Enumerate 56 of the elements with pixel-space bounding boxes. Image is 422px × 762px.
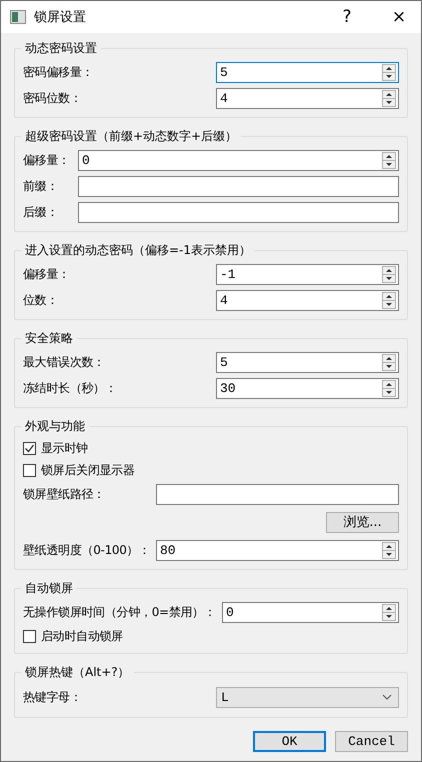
field-label: 锁屏壁纸路径： bbox=[23, 486, 106, 502]
field-label: 位数： bbox=[23, 292, 60, 308]
input-field[interactable] bbox=[78, 202, 399, 222]
spin-arrows-icon[interactable] bbox=[382, 90, 396, 106]
close-button[interactable]: × bbox=[377, 1, 421, 33]
spin-arrows-icon[interactable] bbox=[382, 542, 396, 558]
group-title: 自动锁屏 bbox=[24, 580, 74, 597]
window-title: 锁屏设置 bbox=[34, 9, 87, 26]
spin-arrows-icon[interactable] bbox=[382, 380, 396, 396]
group-title: 外观与功能 bbox=[24, 418, 86, 435]
checkbox-label[interactable]: 启动时自动锁屏 bbox=[41, 628, 123, 644]
field-label: 壁纸透明度（0-100）： bbox=[23, 542, 151, 558]
field-label: 无操作锁屏时间（分钟，0=禁用）： bbox=[23, 604, 217, 620]
spin-field[interactable]: 5 bbox=[216, 62, 399, 82]
app-icon bbox=[10, 10, 26, 24]
spin-field[interactable]: 80 bbox=[156, 540, 399, 560]
spin-arrows-icon[interactable] bbox=[382, 64, 396, 80]
spin-field[interactable]: -1 bbox=[216, 264, 399, 284]
spin-field[interactable]: 4 bbox=[216, 290, 399, 310]
spin-field[interactable]: 30 bbox=[216, 378, 399, 398]
spin-arrows-icon[interactable] bbox=[382, 354, 396, 370]
input-field[interactable] bbox=[78, 176, 399, 196]
group-title: 安全策略 bbox=[24, 330, 74, 347]
group-title: 进入设置的动态密码（偏移=-1表示禁用） bbox=[24, 242, 252, 259]
chevron-down-icon bbox=[382, 694, 392, 700]
spin-arrows-icon[interactable] bbox=[382, 152, 396, 168]
field-label: 前缀： bbox=[23, 178, 60, 194]
field-label: 偏移量： bbox=[23, 266, 71, 282]
spin-field[interactable]: 4 bbox=[216, 88, 399, 108]
checkbox-label[interactable]: 显示时钟 bbox=[41, 440, 88, 456]
spin-arrows-icon[interactable] bbox=[382, 292, 396, 308]
help-button[interactable]: ? bbox=[325, 1, 369, 33]
spin-field[interactable]: 5 bbox=[216, 352, 399, 372]
field-label: 密码位数： bbox=[23, 90, 83, 106]
field-label: 热键字母： bbox=[23, 688, 83, 706]
spin-arrows-icon[interactable] bbox=[382, 266, 396, 282]
dialog-button[interactable]: OK bbox=[253, 731, 326, 752]
group-title: 动态密码设置 bbox=[24, 40, 98, 57]
group-title: 锁屏热键（Alt+?） bbox=[24, 664, 131, 681]
checkbox[interactable] bbox=[23, 630, 36, 642]
group-title: 超级密码设置（前缀+动态数字+后缀） bbox=[24, 128, 238, 145]
field-label: 最大错误次数： bbox=[23, 354, 106, 370]
field-label: 后缀： bbox=[23, 204, 60, 220]
field-label: 偏移量： bbox=[23, 152, 71, 168]
spin-field[interactable]: 0 bbox=[78, 150, 399, 170]
spin-field[interactable]: 0 bbox=[222, 602, 399, 622]
dialog-button[interactable]: Cancel bbox=[335, 731, 408, 752]
checkbox[interactable] bbox=[23, 442, 36, 454]
checkbox[interactable] bbox=[23, 464, 36, 476]
input-field[interactable] bbox=[156, 484, 399, 504]
checkbox-label[interactable]: 锁屏后关闭显示器 bbox=[41, 462, 135, 478]
field-label: 密码偏移量： bbox=[23, 64, 94, 80]
browse-button[interactable]: 浏览... bbox=[326, 512, 399, 532]
dropdown[interactable]: L bbox=[216, 686, 399, 708]
field-label: 冻结时长（秒）： bbox=[23, 380, 118, 396]
spin-arrows-icon[interactable] bbox=[382, 604, 396, 620]
